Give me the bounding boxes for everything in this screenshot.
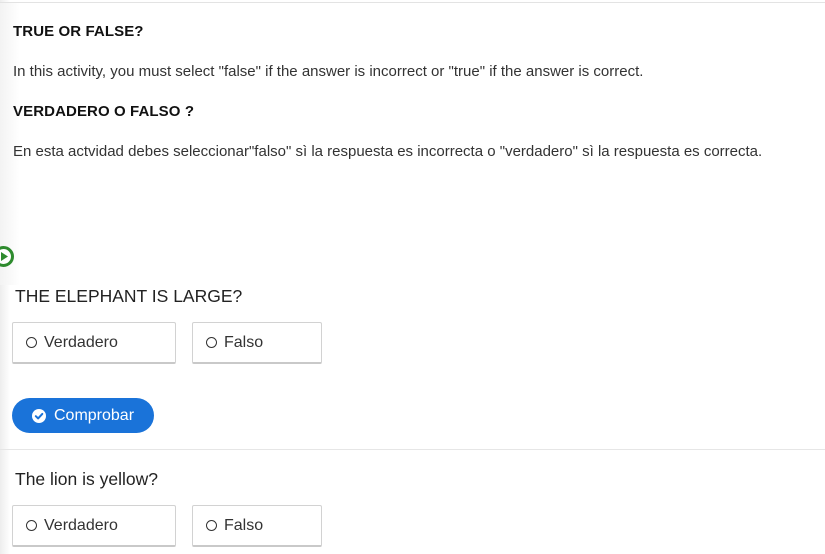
play-icon[interactable] — [0, 246, 14, 267]
spanish-title: VERDADERO O FALSO ? — [13, 103, 195, 120]
english-title: TRUE OR FALSE? — [13, 23, 144, 40]
top-divider — [0, 2, 825, 3]
question-divider — [0, 449, 825, 450]
spanish-instructions: En esta actvidad debes seleccionar"falso… — [13, 143, 763, 160]
question-1-text: THE ELEPHANT IS LARGE? — [15, 286, 243, 306]
radio-icon — [26, 337, 37, 348]
question-2-false-option[interactable]: Falso — [192, 505, 322, 547]
check-circle-icon — [32, 408, 46, 423]
check-button[interactable]: Comprobar — [12, 398, 154, 433]
question-2-text: The lion is yellow? — [15, 469, 158, 489]
check-button-label: Comprobar — [54, 406, 135, 424]
option-label: Verdadero — [44, 333, 118, 351]
radio-icon — [206, 520, 217, 531]
radio-icon — [206, 337, 217, 348]
question-1-false-option[interactable]: Falso — [192, 322, 322, 364]
radio-icon — [26, 520, 37, 531]
option-label: Falso — [224, 333, 264, 351]
english-instructions: In this activity, you must select "false… — [13, 63, 644, 80]
question-2-true-option[interactable]: Verdadero — [12, 505, 176, 547]
question-1-true-option[interactable]: Verdadero — [12, 322, 176, 364]
option-label: Falso — [224, 516, 264, 534]
option-label: Verdadero — [44, 516, 118, 534]
